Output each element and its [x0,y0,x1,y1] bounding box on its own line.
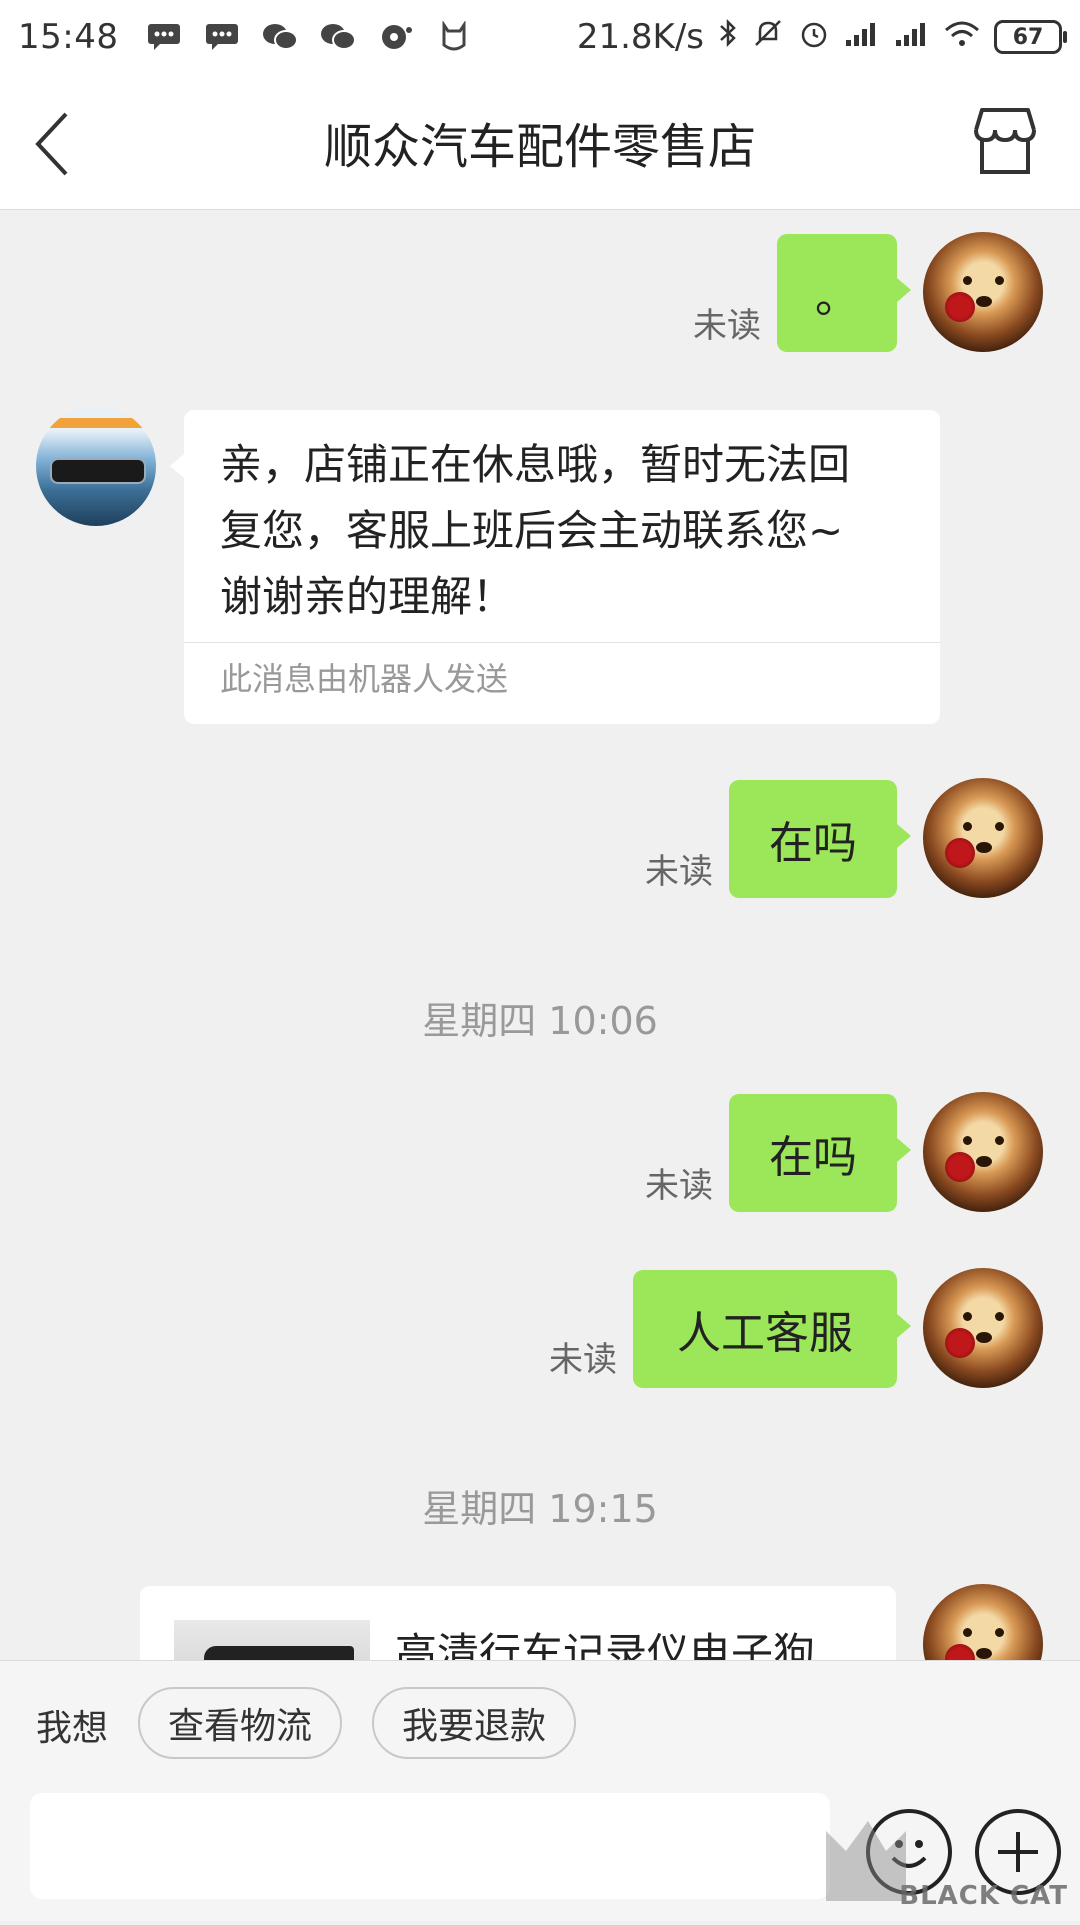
message-icon [144,21,184,53]
battery-level: 67 [1012,24,1044,50]
signal-icon [894,17,930,57]
message-bubble-sent[interactable]: 人工客服 [633,1270,911,1388]
alarm-icon [798,17,830,58]
wechat-icon [260,21,300,53]
message-icon [202,21,242,53]
unread-label: 未读 [693,306,761,346]
notification-icons [144,21,474,53]
my-avatar[interactable] [923,1268,1043,1388]
app-notification-icon [434,21,474,53]
my-avatar[interactable] [923,232,1043,352]
wifi-icon [944,17,980,57]
store-icon [974,108,1036,174]
auto-reply-text: 亲，店铺正在休息哦，暂时无法回 复您，客服上班后会主动联系您~ 谢谢亲的理解！ [220,440,851,621]
message-bubble-sent[interactable]: 在吗 [729,1094,911,1212]
wechat-icon [318,21,358,53]
unread-label: 未读 [645,852,713,892]
signal-icon [844,17,880,57]
product-thumbnail [174,1620,370,1660]
check-logistics-button[interactable]: 查看物流 [138,1687,342,1759]
page-title: 顺众汽车配件零售店 [323,118,756,175]
product-title: 高清行车记录仪电子狗 [395,1629,816,1660]
message-input[interactable] [30,1793,830,1899]
message-text: 人工客服 [677,1308,853,1359]
status-right: 21.8K/s 67 [576,0,1067,74]
shop-avatar[interactable] [36,406,156,526]
mute-icon [752,17,784,58]
my-avatar[interactable] [923,778,1043,898]
network-speed: 21.8K/s [576,17,704,57]
nav-bar: 顺众汽车配件零售店 [0,74,1080,210]
message-text: 在吗 [769,818,857,869]
timestamp: 星期四 10:06 [422,999,658,1043]
timestamp: 星期四 19:15 [422,1487,658,1531]
product-card[interactable]: 高清行车记录仪电子狗 [140,1586,896,1660]
message-text: 。 [815,272,859,323]
message-bubble-received[interactable]: 亲，店铺正在休息哦，暂时无法回 复您，客服上班后会主动联系您~ 谢谢亲的理解！ … [170,410,940,724]
my-avatar[interactable] [923,1092,1043,1212]
quick-reply-label: 我想 [36,1708,109,1749]
status-time: 15:48 [18,17,119,57]
unread-label: 未读 [549,1340,617,1380]
refund-button[interactable]: 我要退款 [372,1687,576,1759]
battery-indicator: 67 [994,20,1067,54]
bluetooth-icon [718,17,738,57]
chat-list[interactable]: 未读 。 亲，店铺正在休息哦，暂时无法回 复您，客服上班后会主动联系您~ 谢谢亲… [0,210,1080,1660]
store-button[interactable] [968,104,1042,178]
message-bubble-sent[interactable]: 。 [777,234,911,352]
status-bar: 15:48 21.8K/s 67 [0,0,1080,74]
bottom-panel: 我想 查看物流 我要退款 BLACK CAT [0,1660,1080,1921]
unread-label: 未读 [645,1166,713,1206]
watermark: BLACK CAT [806,1811,1076,1921]
message-text: 在吗 [769,1132,857,1183]
robot-note: 此消息由机器人发送 [220,660,509,698]
message-bubble-sent[interactable]: 在吗 [729,780,911,898]
chat-app-icon [376,21,416,53]
my-avatar[interactable] [923,1584,1043,1660]
watermark-text: BLACK CAT [899,1881,1068,1911]
